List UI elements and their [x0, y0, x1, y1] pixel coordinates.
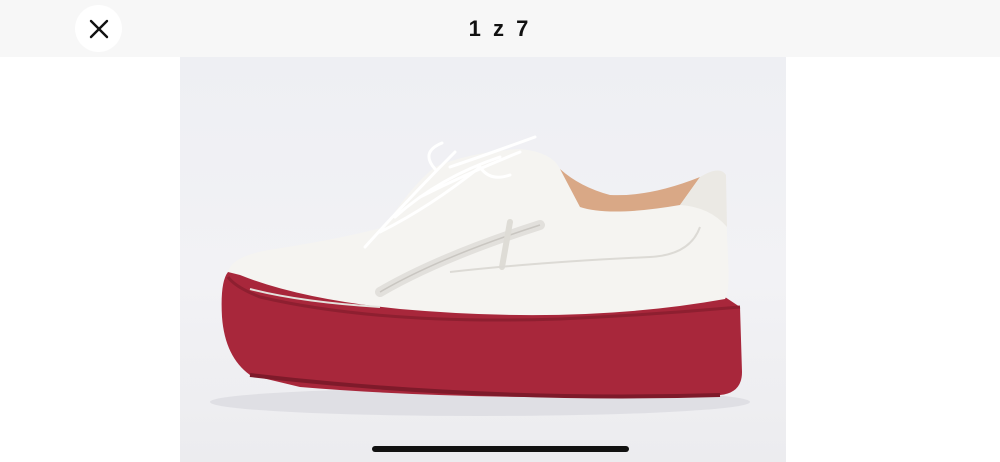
viewer-header: 1 z 7 — [0, 0, 1000, 57]
image-gallery[interactable] — [0, 57, 1000, 462]
sneaker-photo — [210, 135, 750, 416]
home-indicator[interactable] — [372, 446, 629, 452]
product-image[interactable] — [180, 57, 786, 462]
image-counter: 1 z 7 — [468, 16, 532, 41]
